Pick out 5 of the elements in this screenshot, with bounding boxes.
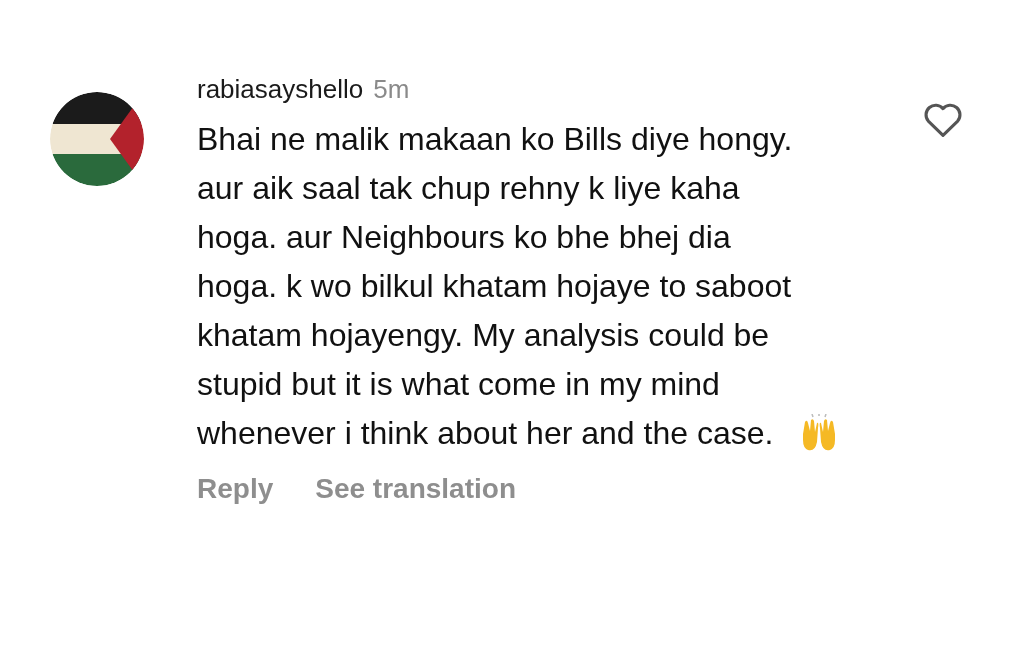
comment-time: 5m xyxy=(373,73,410,106)
translation-link[interactable]: See translation xyxy=(315,468,516,510)
comment-text: Bhai ne malik makaan ko Bills diye hongy. aur aik saal tak chup rehny k liye kaha hoga. aur Neighbours ko bhe bhej dia hoga. k wo bilkul khatam hojaye to saboot khatam hojayengy. My analysis could be stupid but it is what come in my mind whenever i think about her and the case. xyxy=(197,120,794,453)
username[interactable]: rabiasayshello xyxy=(197,70,364,109)
reply-link[interactable]: Reply xyxy=(197,468,274,510)
